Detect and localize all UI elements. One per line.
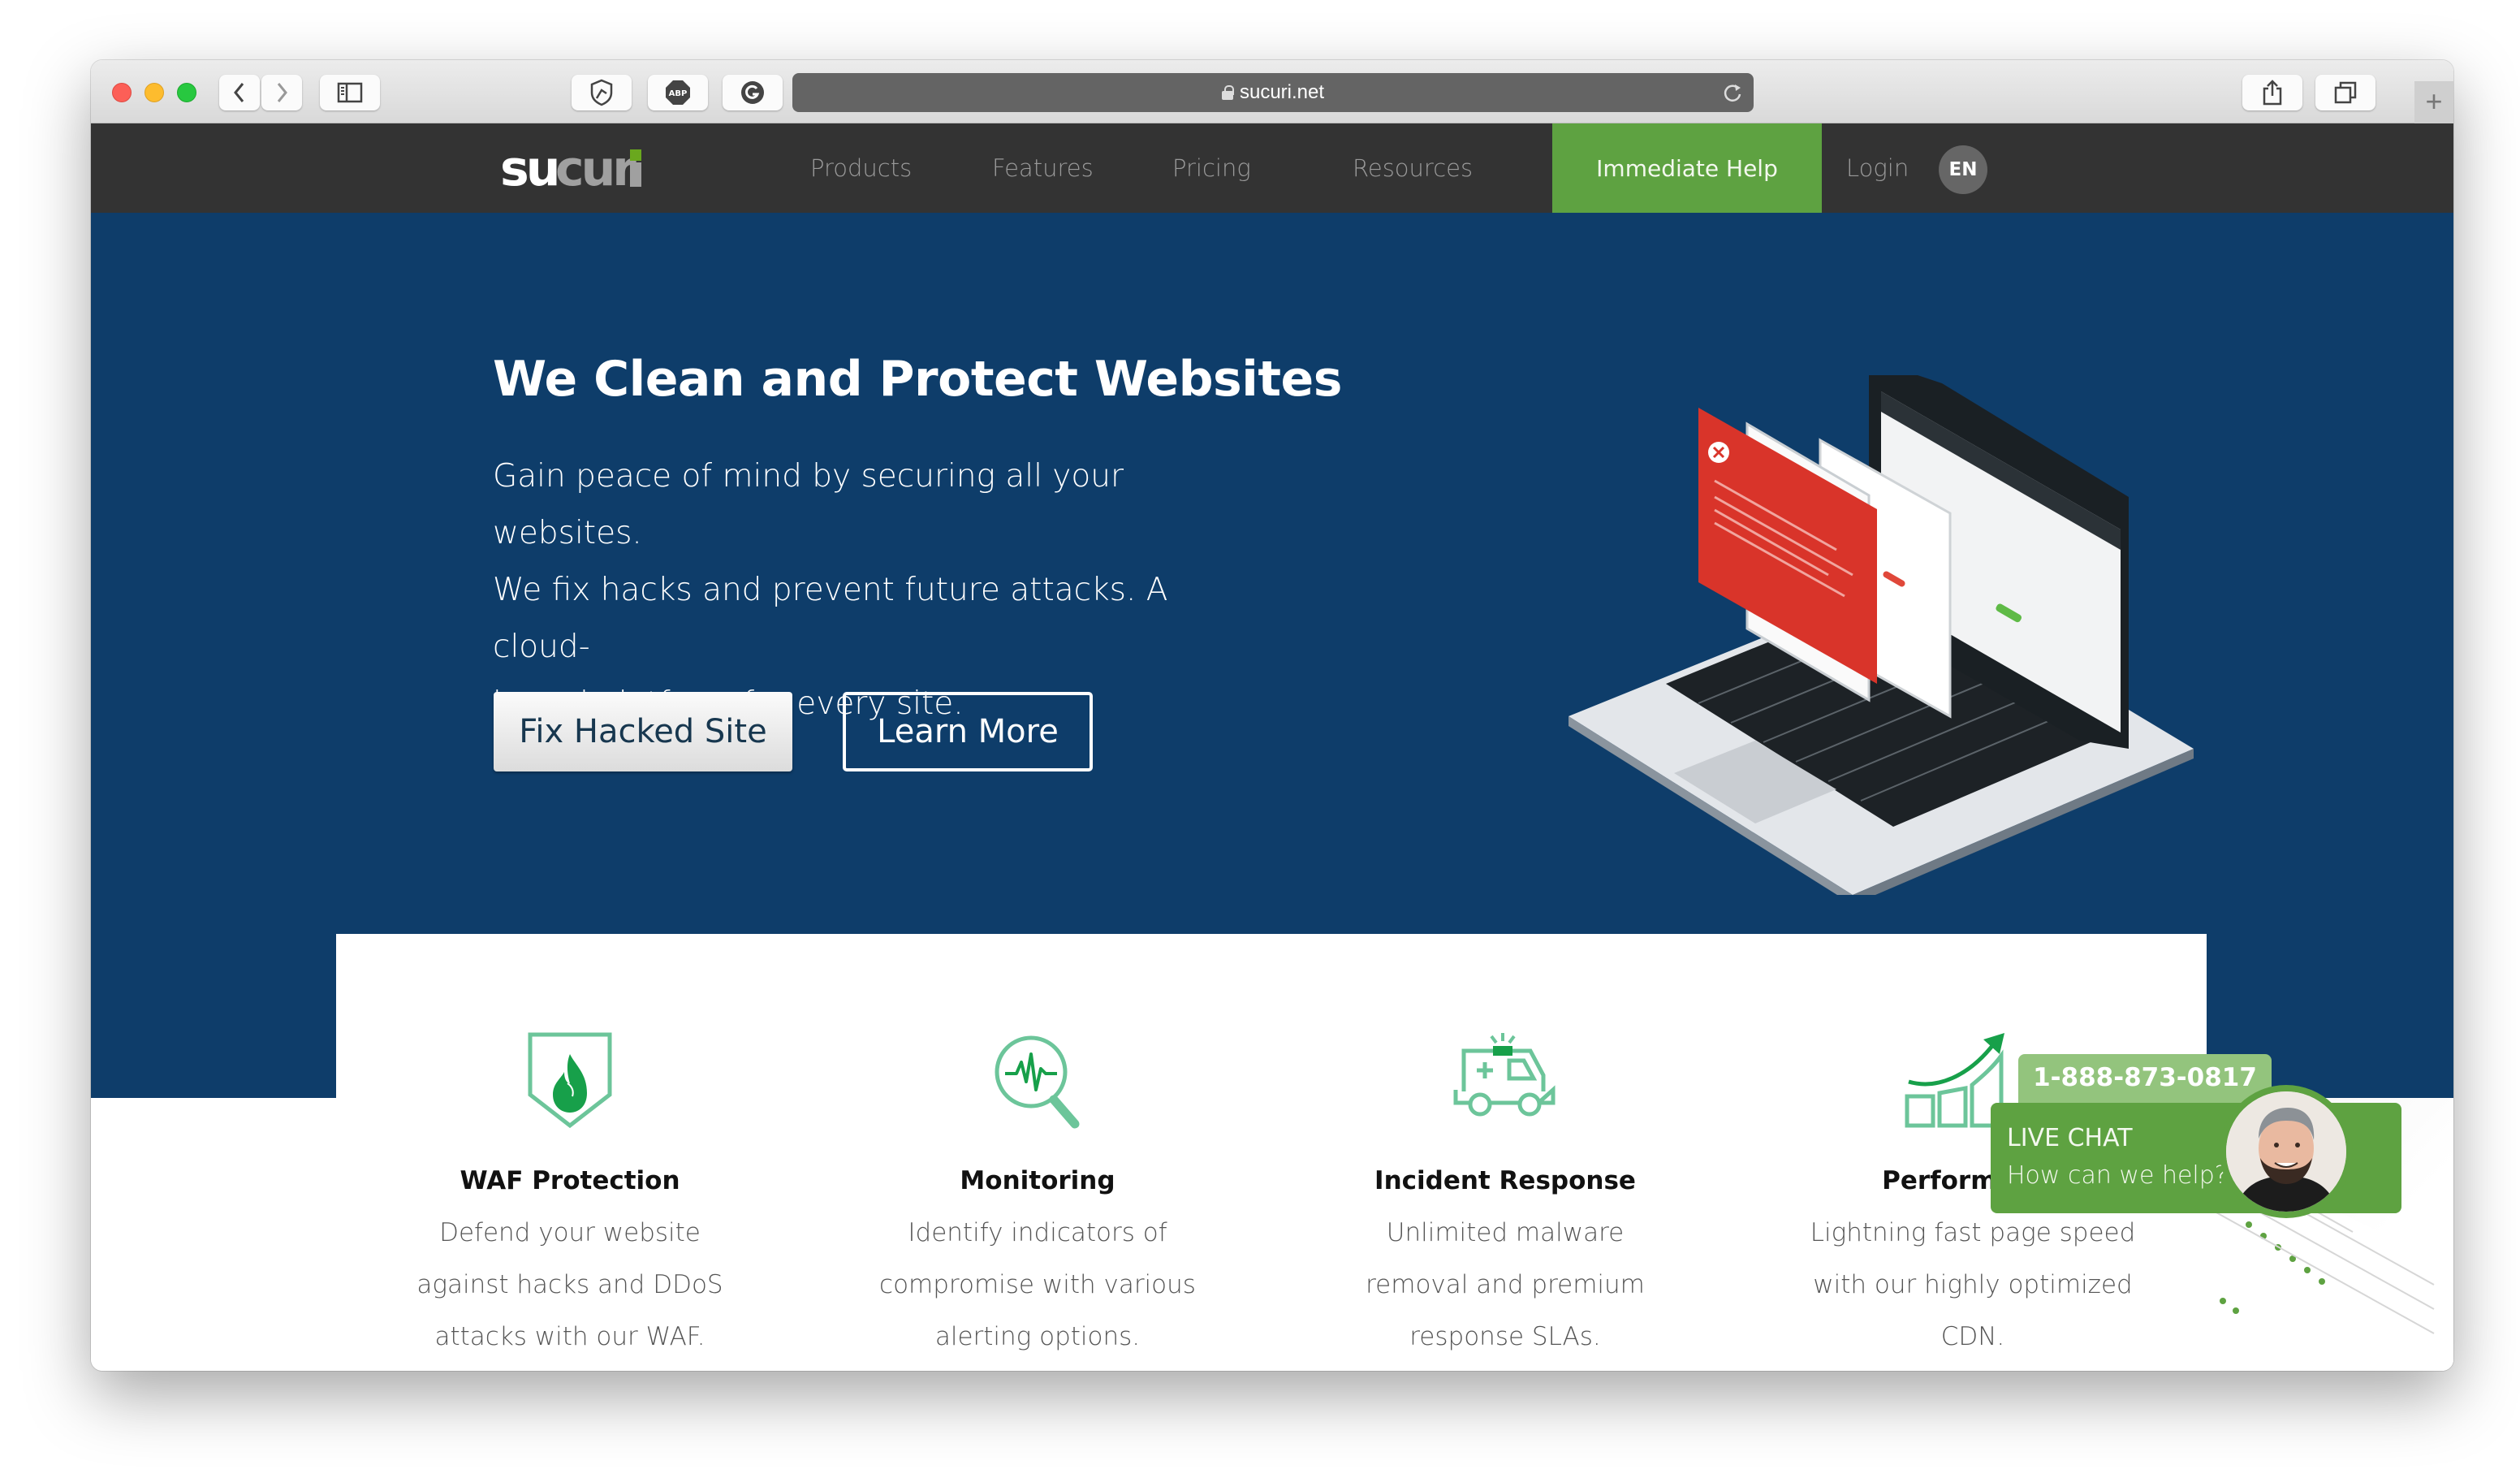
tabs-icon xyxy=(2334,81,2357,104)
svg-text:ABP: ABP xyxy=(669,89,688,98)
back-button[interactable] xyxy=(219,75,260,110)
feature-desc-line: removal and premium xyxy=(1366,1270,1645,1299)
sucuri-logo[interactable]: su cur xyxy=(500,143,648,193)
sidebar-icon xyxy=(337,82,363,103)
feature-desc-line: with our highly optimized xyxy=(1813,1270,2133,1299)
language-selector[interactable]: EN xyxy=(1939,145,1987,194)
grammarly-extension-button[interactable] xyxy=(723,75,783,110)
feature-desc-line: Identify indicators of xyxy=(908,1218,1167,1247)
feature-description: Unlimited malware removal and premium re… xyxy=(1271,1207,1739,1363)
hero-title: We Clean and Protect Websites xyxy=(493,351,1342,408)
hero-text-line: We fix hacks and prevent future attacks.… xyxy=(493,572,1168,665)
feature-desc-line: response SLAs. xyxy=(1409,1322,1601,1351)
live-chat-title: LIVE CHAT xyxy=(2007,1124,2133,1152)
learn-more-button[interactable]: Learn More xyxy=(843,692,1093,771)
chevron-left-icon xyxy=(234,83,244,102)
feature-desc-line: against hacks and DDoS xyxy=(416,1270,723,1299)
ambulance-icon xyxy=(1453,1033,1556,1117)
feature-desc-line: Defend your website xyxy=(439,1218,701,1247)
feature-desc-line: Lightning fast page speed xyxy=(1810,1218,2136,1247)
share-icon xyxy=(2263,80,2282,106)
feature-title: Incident Response xyxy=(1374,1166,1636,1195)
live-chat-subtitle: How can we help? xyxy=(2007,1161,2228,1190)
feature-title: Monitoring xyxy=(960,1166,1115,1195)
phone-number-tab[interactable]: 1-888-873-0817 xyxy=(2018,1054,2272,1104)
shield-fire-icon xyxy=(528,1032,612,1129)
shield-extension-button[interactable] xyxy=(572,75,632,110)
hero-text-line: Gain peace of mind by securing all your … xyxy=(493,458,1124,551)
sidebar-button[interactable] xyxy=(320,75,380,110)
browser-window: ABP sucuri.net + su cur Products Feature… xyxy=(91,60,2453,1371)
nav-features[interactable]: Features xyxy=(992,123,1094,213)
forward-button[interactable] xyxy=(261,75,302,110)
url-text: sucuri.net xyxy=(1239,81,1325,103)
nav-pricing[interactable]: Pricing xyxy=(1172,123,1251,213)
site-header: su cur Products Features Pricing Resourc… xyxy=(91,123,2453,213)
grammarly-icon xyxy=(741,81,764,104)
minimize-window-button[interactable] xyxy=(145,83,164,102)
feature-desc-line: compromise with various xyxy=(879,1270,1196,1299)
laptop-illustration xyxy=(1569,375,2194,895)
address-bar[interactable]: sucuri.net xyxy=(792,73,1754,112)
reload-icon[interactable] xyxy=(1721,81,1744,104)
magnifier-pulse-icon xyxy=(995,1035,1080,1129)
feature-description: Defend your website against hacks and DD… xyxy=(336,1207,804,1363)
maximize-window-button[interactable] xyxy=(177,83,196,102)
feature-desc-line: attacks with our WAF. xyxy=(434,1322,706,1351)
share-button[interactable] xyxy=(2242,75,2302,110)
abp-icon: ABP xyxy=(666,80,690,105)
close-window-button[interactable] xyxy=(112,83,132,102)
features-card: WAF Protection Defend your website again… xyxy=(336,934,2207,1371)
feature-title: WAF Protection xyxy=(460,1166,680,1195)
hero-description: Gain peace of mind by securing all your … xyxy=(493,448,1272,733)
feature-desc-line: Unlimited malware xyxy=(1386,1218,1625,1247)
nav-resources[interactable]: Resources xyxy=(1353,123,1473,213)
tabs-overview-button[interactable] xyxy=(2315,75,2375,110)
lock-icon xyxy=(1221,85,1234,100)
immediate-help-button[interactable]: Immediate Help xyxy=(1552,123,1822,213)
feature-desc-line: CDN. xyxy=(1940,1322,2005,1351)
browser-toolbar: ABP sucuri.net + xyxy=(91,60,2453,123)
new-tab-button[interactable]: + xyxy=(2414,81,2453,123)
feature-description: Lightning fast page speed with our highl… xyxy=(1739,1207,2207,1363)
agent-photo xyxy=(2226,1091,2346,1212)
chevron-right-icon xyxy=(277,83,287,102)
shield-icon xyxy=(590,79,613,106)
feature-description: Identify indicators of compromise with v… xyxy=(804,1207,1271,1363)
feature-desc-line: alerting options. xyxy=(934,1322,1141,1351)
adblock-extension-button[interactable]: ABP xyxy=(648,75,708,110)
nav-login[interactable]: Login xyxy=(1846,123,1909,213)
support-agent-avatar[interactable] xyxy=(2220,1085,2353,1218)
fix-hacked-site-button[interactable]: Fix Hacked Site xyxy=(494,692,792,771)
nav-products[interactable]: Products xyxy=(810,123,912,213)
